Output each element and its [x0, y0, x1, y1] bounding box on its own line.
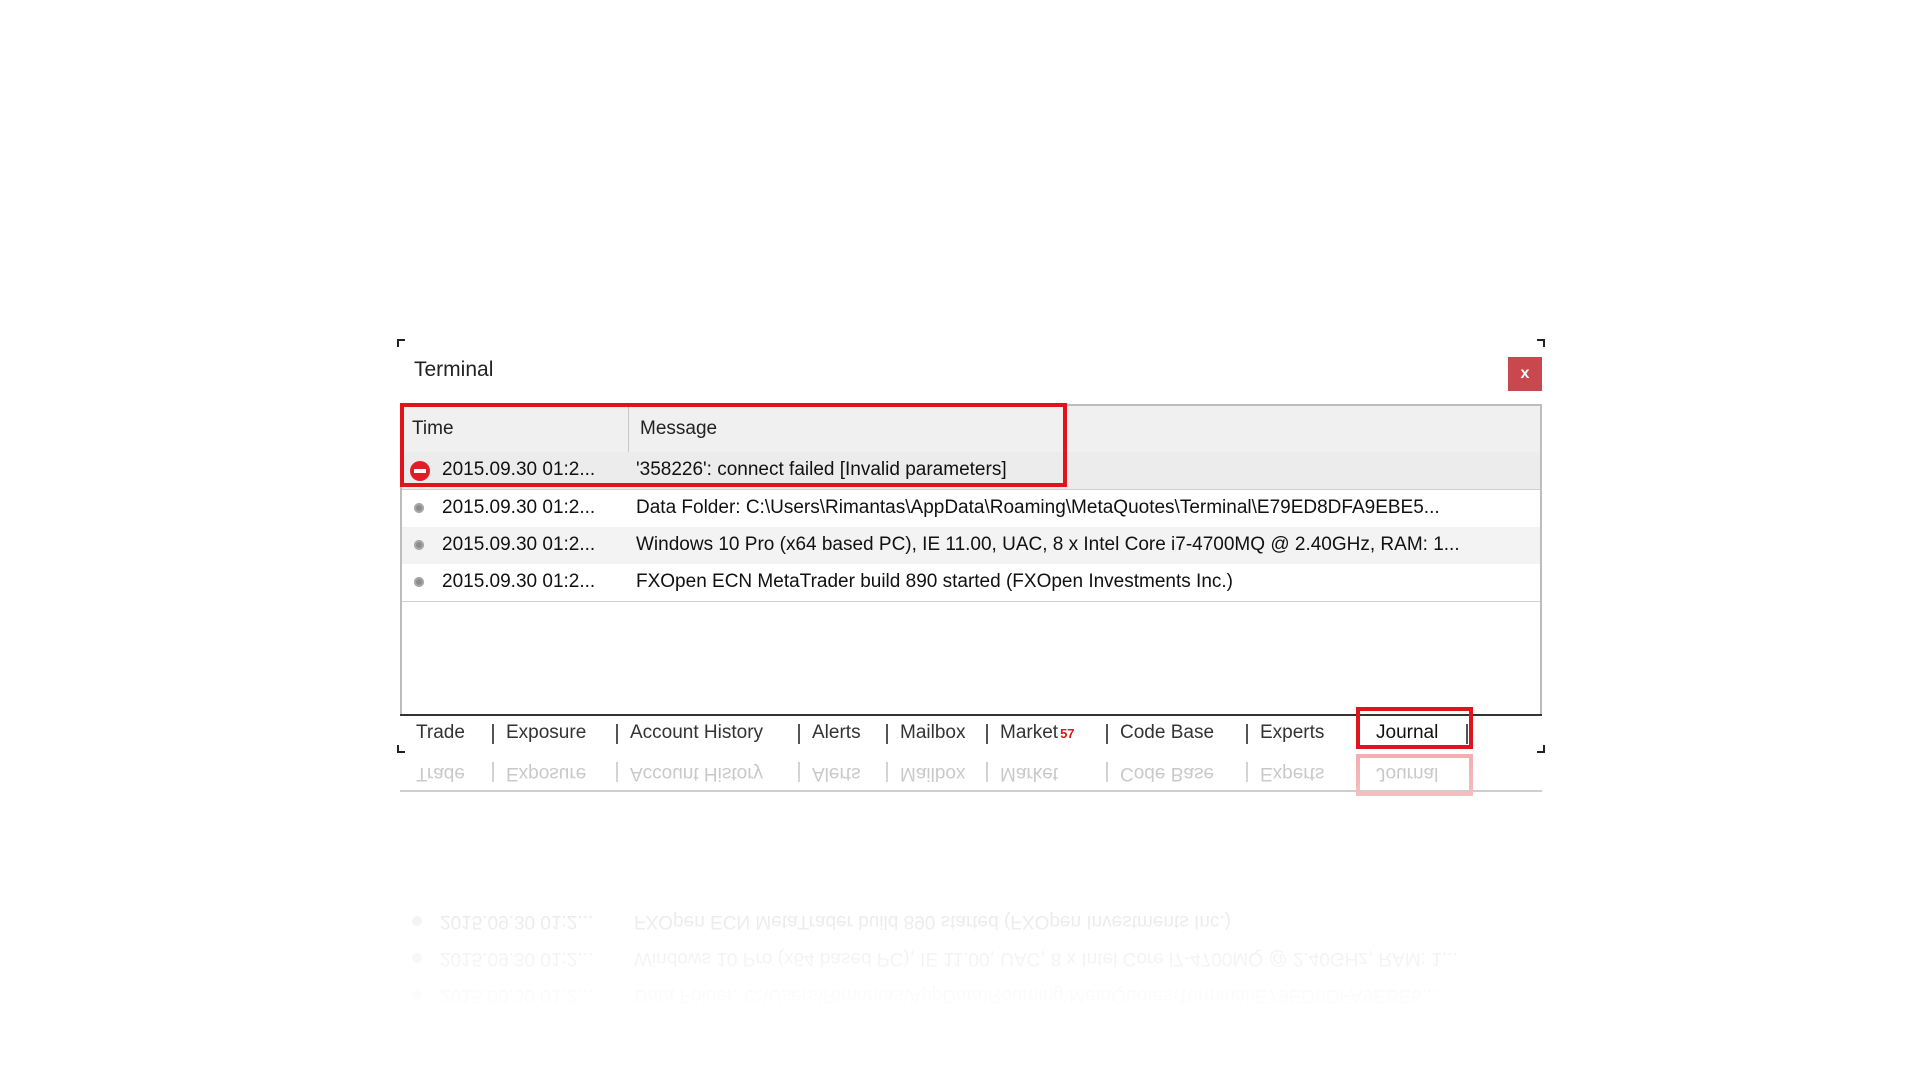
row-message: Data Folder: C:\Users\Rimantas\AppData\R… — [636, 497, 1440, 518]
highlight-time-message-box — [400, 403, 1067, 487]
row-message: Windows 10 Pro (x64 based PC), IE 11.00,… — [636, 534, 1460, 555]
close-button[interactable]: x — [1508, 357, 1542, 391]
tab-account-history[interactable]: Account History — [630, 722, 763, 744]
tab-mailbox[interactable]: Mailbox — [900, 722, 965, 744]
title-bar: Terminal x — [398, 340, 1544, 402]
info-dot-icon — [414, 503, 424, 513]
tab-separator — [1246, 724, 1248, 744]
row-message: FXOpen ECN MetaTrader build 890 started … — [636, 571, 1233, 592]
tab-separator — [886, 724, 888, 744]
row-time: 2015.09.30 01:2... — [442, 571, 596, 592]
tab-separator — [986, 724, 988, 744]
tab-separator — [492, 724, 494, 744]
tab-market-label: Market — [1000, 722, 1059, 743]
market-count-badge: 57 — [1060, 726, 1075, 741]
tab-trade[interactable]: Trade — [416, 722, 465, 744]
row-time: 2015.09.30 01:2... — [442, 497, 596, 518]
tab-experts[interactable]: Experts — [1260, 722, 1324, 744]
tab-market[interactable]: Market 57 — [1000, 722, 1075, 744]
info-dot-icon — [414, 577, 424, 587]
tab-separator — [1106, 724, 1108, 744]
table-row[interactable]: 2015.09.30 01:2... Data Folder: C:\Users… — [402, 490, 1540, 528]
reflection: Trade Exposure Account History Alerts Ma… — [398, 752, 1544, 1042]
window-title: Terminal — [414, 358, 494, 381]
table-row[interactable]: 2015.09.30 01:2... Windows 10 Pro (x64 b… — [402, 527, 1540, 565]
tab-separator — [616, 724, 618, 744]
tab-code-base[interactable]: Code Base — [1120, 722, 1214, 744]
row-time: 2015.09.30 01:2... — [442, 534, 596, 555]
terminal-window: Terminal x Time Message 2015.09.30 01:2.… — [397, 339, 1545, 753]
highlight-journal-tab-box — [1356, 707, 1473, 749]
close-icon: x — [1520, 365, 1530, 382]
tab-separator — [798, 724, 800, 744]
info-dot-icon — [414, 540, 424, 550]
tab-exposure[interactable]: Exposure — [506, 722, 586, 744]
tab-alerts[interactable]: Alerts — [812, 722, 861, 744]
reflection-fade — [398, 752, 1544, 1042]
screenshot-stage: Terminal x Time Message 2015.09.30 01:2.… — [0, 0, 1920, 1080]
table-row[interactable]: 2015.09.30 01:2... FXOpen ECN MetaTrader… — [402, 564, 1540, 602]
